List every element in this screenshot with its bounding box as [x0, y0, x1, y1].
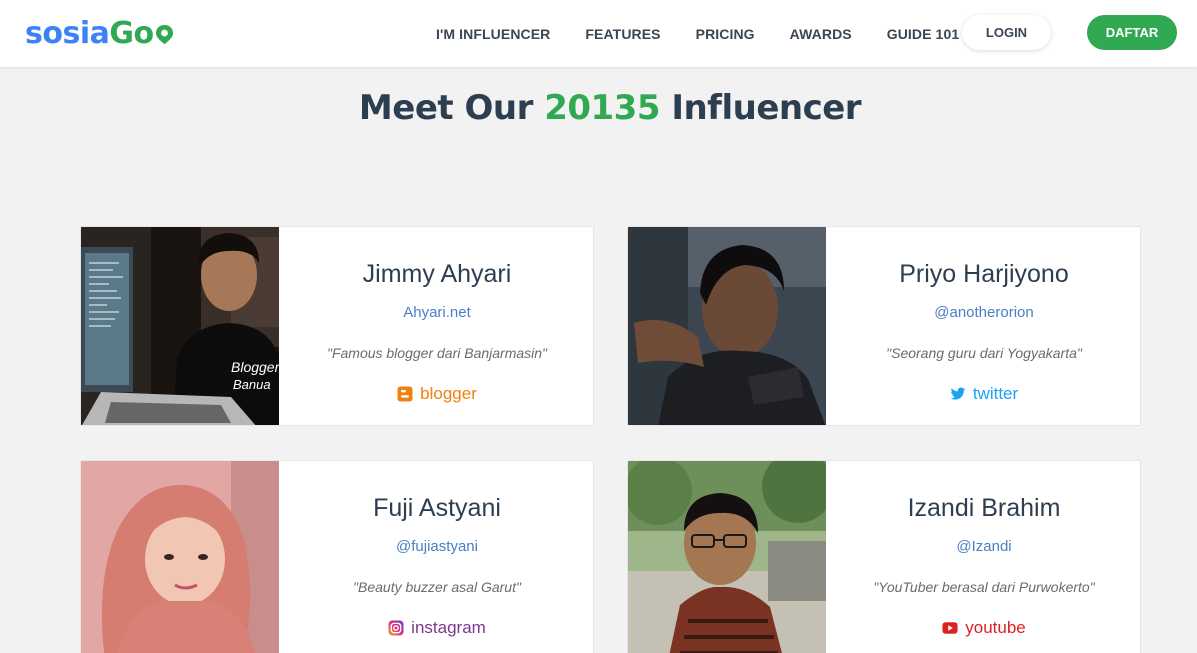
- influencer-photo: [81, 461, 279, 653]
- avatar-jimmy: Blogger Banua: [81, 227, 279, 425]
- influencer-info: Priyo Harjiyono @anotherorion "Seorang g…: [826, 227, 1140, 425]
- influencer-handle[interactable]: @Izandi: [826, 538, 1140, 555]
- influencer-quote: "YouTuber berasal dari Purwokerto": [873, 579, 1095, 595]
- influencer-handle[interactable]: @anotherorion: [826, 304, 1140, 321]
- influencer-card[interactable]: Blogger Banua Jimmy Ahyari Ahyari.net "F…: [80, 226, 594, 426]
- influencer-card[interactable]: Izandi Brahim @Izandi "YouTuber berasal …: [627, 460, 1141, 653]
- nav-im-influencer[interactable]: I'M INFLUENCER: [436, 26, 550, 42]
- platform-link[interactable]: youtube: [826, 618, 1140, 638]
- nav-features[interactable]: FEATURES: [585, 26, 660, 42]
- page-headline: Meet Our 20135 Influencer: [358, 88, 862, 128]
- influencer-photo: [628, 227, 826, 425]
- svg-text:Banua: Banua: [233, 377, 271, 392]
- influencer-info: Jimmy Ahyari Ahyari.net "Famous blogger …: [279, 227, 593, 425]
- influencer-info: Fuji Astyani @fujiastyani "Beauty buzzer…: [279, 461, 593, 653]
- nav-pricing[interactable]: PRICING: [696, 26, 755, 42]
- blogger-icon: [397, 386, 413, 402]
- platform-link[interactable]: blogger: [279, 384, 593, 404]
- influencer-handle[interactable]: @fujiastyani: [279, 538, 593, 555]
- influencer-info: Izandi Brahim @Izandi "YouTuber berasal …: [826, 461, 1140, 653]
- influencer-name: Jimmy Ahyari: [362, 260, 512, 288]
- influencer-photo: Blogger Banua: [81, 227, 279, 425]
- main-nav: I'M INFLUENCER FEATURES PRICING AWARDS G…: [436, 0, 994, 67]
- youtube-icon: [942, 622, 958, 634]
- avatar-priyo: [628, 227, 826, 425]
- influencer-count: 20135: [544, 88, 660, 128]
- top-navbar: sosia Go I'M INFLUENCER FEATURES PRICING…: [0, 0, 1197, 67]
- platform-link[interactable]: instagram: [279, 618, 593, 638]
- nav-awards[interactable]: AWARDS: [790, 26, 852, 42]
- influencer-quote: "Beauty buzzer asal Garut": [353, 579, 521, 595]
- daftar-button[interactable]: DAFTAR: [1087, 15, 1177, 50]
- influencer-handle[interactable]: Ahyari.net: [279, 304, 593, 321]
- platform-link[interactable]: twitter: [826, 384, 1140, 404]
- sosiago-logo[interactable]: sosia Go: [25, 14, 174, 52]
- influencer-name: Izandi Brahim: [907, 494, 1061, 522]
- login-button[interactable]: LOGIN: [962, 15, 1051, 50]
- influencer-card[interactable]: Priyo Harjiyono @anotherorion "Seorang g…: [627, 226, 1141, 426]
- logo-text-sosia: sosia: [25, 15, 110, 51]
- influencer-photo: [628, 461, 826, 653]
- influencer-quote: "Seorang guru dari Yogyakarta": [886, 345, 1082, 361]
- nav-guide-101[interactable]: GUIDE 101: [887, 26, 960, 42]
- influencer-name: Fuji Astyani: [373, 494, 501, 522]
- svg-text:Blogger: Blogger: [231, 359, 279, 375]
- instagram-icon: [388, 620, 404, 636]
- logo-text-go: Go: [109, 16, 173, 51]
- influencer-quote: "Famous blogger dari Banjarmasin": [326, 345, 548, 361]
- logo-pin-icon: [155, 24, 173, 44]
- avatar-izandi: [628, 461, 826, 653]
- influencer-card[interactable]: Fuji Astyani @fujiastyani "Beauty buzzer…: [80, 460, 594, 653]
- avatar-fuji: [81, 461, 279, 653]
- twitter-icon: [950, 387, 966, 400]
- influencer-name: Priyo Harjiyono: [899, 260, 1069, 288]
